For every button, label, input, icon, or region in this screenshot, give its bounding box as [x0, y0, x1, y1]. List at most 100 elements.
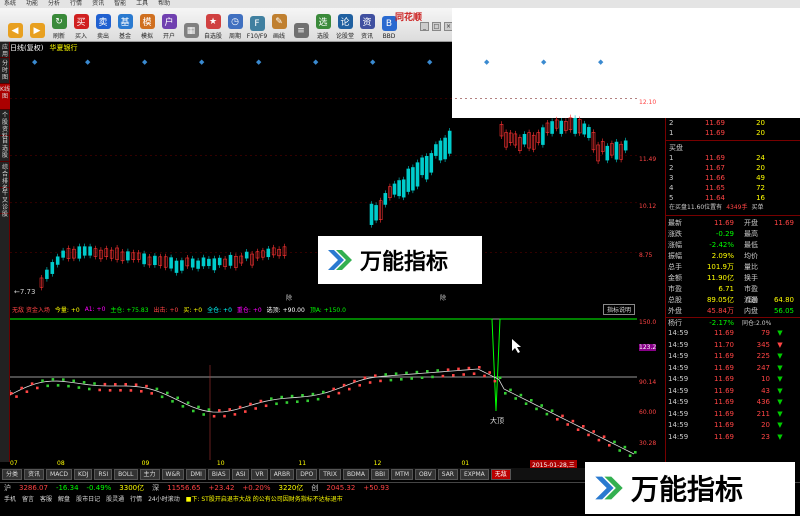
left-tab[interactable]: 应用 [0, 42, 10, 58]
event-marker-icon[interactable]: ◆ [370, 58, 376, 66]
event-marker-icon[interactable]: ◆ [85, 58, 91, 66]
left-tab[interactable]: 分时图 [0, 58, 10, 84]
indicator-tab[interactable]: MTM [390, 468, 414, 480]
quote-row: 总手 101.9万 量比 [666, 262, 800, 273]
toolbar-button[interactable]: ↻ 刷新 [48, 8, 70, 42]
indicator-tab[interactable]: TRIX [319, 468, 341, 480]
event-marker-icon[interactable]: ◆ [313, 58, 319, 66]
indicator-tab[interactable]: 无敌 [490, 468, 511, 480]
event-marker-icon[interactable]: ◆ [484, 58, 490, 66]
toolbar-button[interactable]: 模模拟 [136, 8, 158, 42]
maximize-icon[interactable]: □ [432, 22, 441, 31]
index-value: 3220亿 [278, 484, 304, 492]
indicator-tab[interactable]: BDMA [342, 468, 369, 480]
indicator-tab[interactable]: VR [251, 468, 268, 480]
toolbar-button[interactable]: ≡ [290, 8, 312, 42]
candle [619, 141, 623, 163]
menu-item[interactable]: 工具 [136, 0, 148, 8]
toolbar-button[interactable]: ★ 自选股 [202, 8, 224, 42]
candle [196, 257, 200, 272]
indicator-value: 主仓: +75.83 [110, 306, 149, 314]
indicator-tab[interactable]: BOLL [114, 468, 138, 480]
ticker-item[interactable]: 客服 [40, 494, 52, 505]
ticker-item[interactable]: 行情 [130, 494, 142, 505]
ticker-item[interactable]: 手机 [4, 494, 16, 505]
ticker-item[interactable]: ■下: ST股开启退市大战 的公有公司因财务指标不达标退市 [186, 494, 343, 505]
event-marker-icon[interactable]: ◆ [541, 58, 547, 66]
left-tab[interactable]: 个股资料 [0, 110, 10, 140]
indicator-tab[interactable]: W&R [161, 468, 185, 480]
indicator-tab[interactable]: 分类 [2, 468, 23, 480]
event-marker-icon[interactable]: ◆ [427, 58, 433, 66]
indicator-tab[interactable]: DPO [296, 468, 318, 480]
indicator-tab[interactable]: 资讯 [24, 468, 45, 480]
indicator-tab[interactable]: SAR [437, 468, 458, 480]
toolbar-button[interactable]: 论论股堂 [334, 8, 356, 42]
volume: 72 [756, 184, 765, 192]
event-marker-icon[interactable]: ◆ [32, 58, 38, 66]
left-tab[interactable]: 自选股 [0, 136, 10, 162]
toolbar-button[interactable]: ◷ 周期 [224, 8, 246, 42]
ticker-item[interactable]: 留言 [22, 494, 34, 505]
oscillator-dot [129, 389, 133, 392]
toolbar-button[interactable]: 卖卖出 [92, 8, 114, 42]
menu-item[interactable]: 帮助 [158, 0, 170, 8]
event-marker-icon[interactable]: ◆ [598, 58, 604, 66]
left-tab[interactable]: 综合排名 [0, 162, 10, 192]
ticker-item[interactable]: 24小时滚动 [148, 494, 180, 505]
indicator-tab[interactable]: ARBR [269, 468, 295, 480]
toolbar-button[interactable]: ◀ [4, 8, 26, 42]
candle [61, 247, 65, 261]
oscillator-dot [587, 433, 590, 437]
menu-item[interactable]: 系统 [4, 0, 16, 8]
event-marker-icon[interactable]: ◆ [256, 58, 262, 66]
ticker-item[interactable]: 股市日记 [76, 494, 100, 505]
trade-volume: 10 [761, 375, 770, 383]
toolbar-button[interactable]: 买买入 [70, 8, 92, 42]
indicator-tab[interactable]: RSI [94, 468, 113, 480]
indicator-tab[interactable]: OBV [415, 468, 436, 480]
indicator-tab[interactable]: MACD [46, 468, 73, 480]
indicator-tab[interactable]: DMI [186, 468, 206, 480]
menu-item[interactable]: 智能 [114, 0, 126, 8]
indicator-tab[interactable]: 主力 [139, 468, 160, 480]
indicator-chart[interactable]: 大顶 [10, 315, 637, 460]
left-tab[interactable]: 牛叉诊股 [0, 188, 10, 218]
watermark-text: 万能指标 [631, 473, 744, 506]
trade-time: 14:59 [668, 398, 689, 406]
toolbar-button[interactable]: ▶ [26, 8, 48, 42]
menu-item[interactable]: 分析 [48, 0, 60, 8]
indicator-tab[interactable]: BIAS [207, 468, 230, 480]
indicator-tab[interactable]: ASI [231, 468, 250, 480]
quote-key: 最新 [668, 219, 682, 227]
ticker-item[interactable]: 解盘 [58, 494, 70, 505]
minimize-icon[interactable]: _ [420, 22, 429, 31]
indicator-tab[interactable]: EXPMA [459, 468, 489, 480]
indicator-tab[interactable]: BBI [370, 468, 389, 480]
toolbar-button[interactable]: ▦ [180, 8, 202, 42]
arrow-down-icon: ▼ [777, 398, 783, 406]
ticker-item[interactable]: 股灵通 [106, 494, 124, 505]
toolbar-button[interactable]: 基基金 [114, 8, 136, 42]
toolbar-button[interactable]: 资资讯 [356, 8, 378, 42]
left-tab[interactable]: K线图 [0, 84, 10, 110]
candle [406, 165, 411, 195]
toolbar-button[interactable]: 户开户 [158, 8, 180, 42]
event-marker-icon[interactable]: ◆ [199, 58, 205, 66]
toolbar-button[interactable]: ✎ 画线 [268, 8, 290, 42]
indicator-help-button[interactable]: 指标说明 [602, 303, 635, 315]
menu-item[interactable]: 行情 [70, 0, 82, 8]
indicator-tab[interactable]: KDJ [74, 468, 93, 480]
candle [223, 256, 227, 270]
menu-item[interactable]: 资讯 [92, 0, 104, 8]
quote-row: 总股 89.05亿 流通 64.80 [666, 295, 800, 306]
menu-item[interactable]: 功能 [26, 0, 38, 8]
toolbar-button[interactable]: 选选股 [312, 8, 334, 42]
index-value: 创 [311, 484, 319, 492]
toolbar-label: BBD [382, 33, 396, 40]
signal-line [10, 318, 637, 412]
toolbar-button[interactable]: F F10/F9 [246, 8, 268, 42]
event-marker-icon[interactable]: ◆ [142, 58, 148, 66]
trade-volume: 345 [756, 340, 770, 349]
date-label: 10 [216, 460, 225, 467]
